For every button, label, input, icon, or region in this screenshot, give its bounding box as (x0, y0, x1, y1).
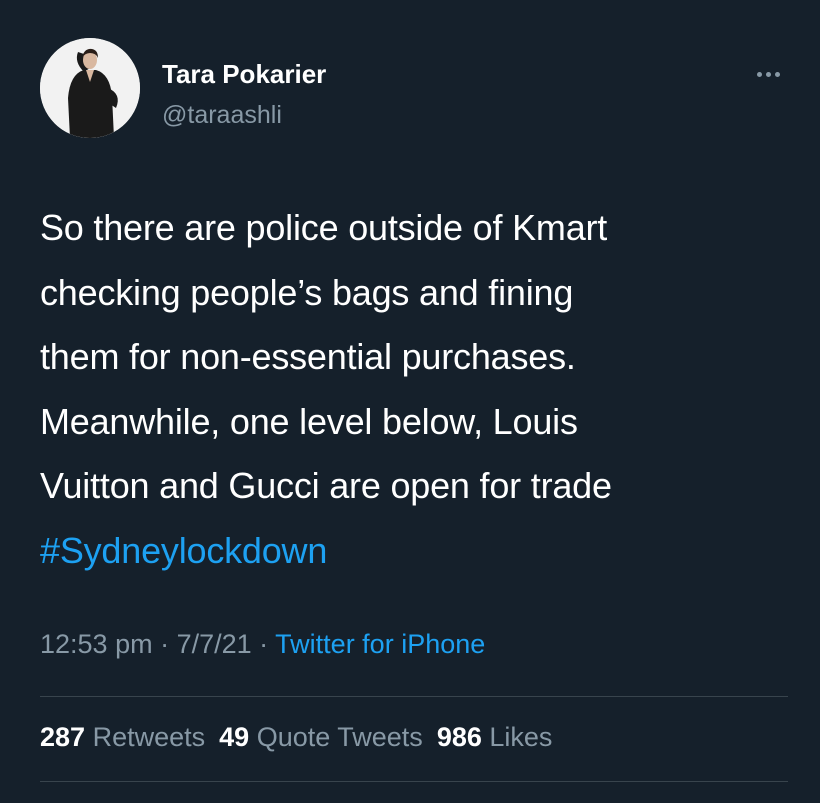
tweet-card: Tara Pokarier @taraashli So there are po… (0, 0, 820, 803)
tweet-text-line: Vuitton and Gucci are open for trade (40, 465, 612, 506)
user-handle[interactable]: @taraashli (162, 101, 282, 130)
more-horizontal-icon[interactable] (748, 62, 788, 86)
quote-tweets-stat[interactable]: 49 Quote Tweets (219, 722, 423, 752)
meta-separator: · (251, 629, 276, 659)
likes-label: Likes (489, 722, 553, 752)
tweet-text-line: So there are police outside of Kmart (40, 207, 608, 248)
tweet-time[interactable]: 12:53 pm (40, 629, 153, 659)
more-dot (774, 71, 780, 77)
display-name[interactable]: Tara Pokarier (162, 59, 326, 90)
more-dot (756, 71, 762, 77)
likes-stat[interactable]: 986 Likes (437, 722, 553, 752)
avatar[interactable] (40, 38, 140, 138)
hashtag-link[interactable]: #Sydneylockdown (40, 519, 810, 584)
meta-separator: · (152, 629, 177, 659)
more-dot (765, 71, 771, 77)
tweet-text: So there are police outside of Kmart che… (40, 196, 810, 583)
tweet-date[interactable]: 7/7/21 (177, 629, 252, 659)
tweet-source-link[interactable]: Twitter for iPhone (275, 629, 485, 659)
divider (40, 781, 788, 782)
retweets-count: 287 (40, 722, 86, 752)
tweet-stats: 287 Retweets 49 Quote Tweets 986 Likes (40, 722, 566, 753)
quote-tweets-count: 49 (219, 722, 250, 752)
tweet-meta: 12:53 pm · 7/7/21 · Twitter for iPhone (40, 629, 485, 660)
avatar-photo (40, 38, 140, 138)
retweets-stat[interactable]: 287 Retweets (40, 722, 205, 752)
likes-count: 986 (436, 722, 482, 752)
divider (40, 696, 788, 697)
tweet-text-line: them for non-essential purchases. (40, 336, 576, 377)
quote-tweets-label: Quote Tweets (256, 722, 423, 752)
tweet-text-line: Meanwhile, one level below, Louis (40, 400, 578, 442)
tweet-text-line: checking people’s bags and fining (40, 271, 574, 313)
retweets-label: Retweets (92, 722, 206, 752)
